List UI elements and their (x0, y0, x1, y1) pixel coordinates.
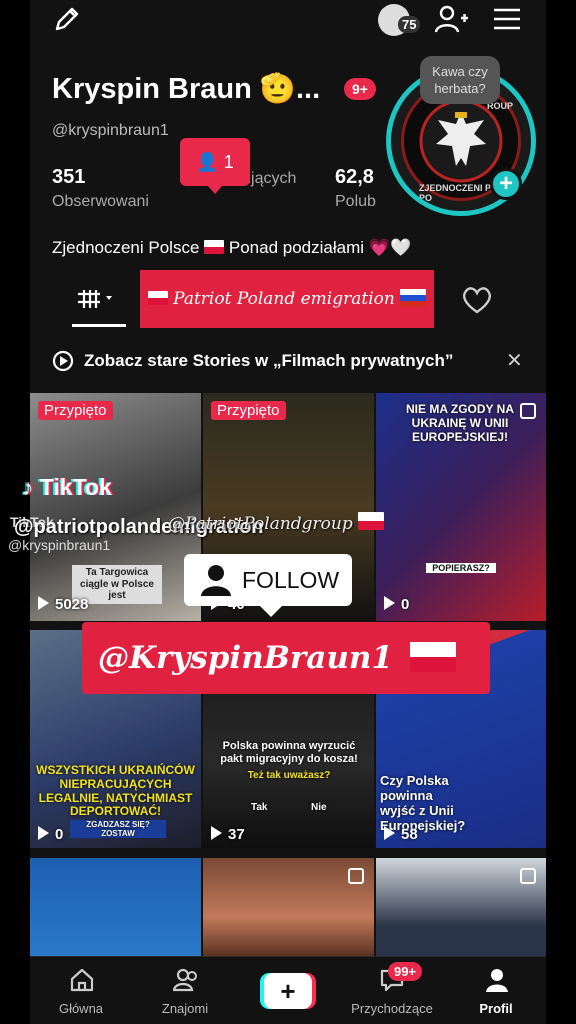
pinned-badge: Przypięto (211, 401, 286, 420)
view-count-value: 0 (401, 596, 410, 613)
play-icon (384, 596, 395, 610)
top-bar: 75 (30, 0, 546, 44)
nav-profile-label: Profil (479, 1001, 513, 1016)
view-count: 0 (38, 826, 63, 843)
poland-flag-icon (204, 240, 225, 254)
menu-icon[interactable] (492, 6, 522, 32)
view-count: 37 (211, 826, 245, 843)
active-tab-indicator (72, 324, 126, 327)
poland-flag-icon (147, 291, 168, 305)
follow-button-label: FOLLOW (242, 567, 340, 593)
kawa-czy-herbata-bubble[interactable]: Kawa czy herbata? (420, 56, 500, 104)
stories-notice[interactable]: Zobacz stare Stories w „Filmach prywatny… (30, 338, 546, 386)
notification-badge[interactable]: 9+ (344, 78, 376, 100)
bio-text: Zjednoczeni Polsce (52, 238, 200, 257)
nav-profile[interactable]: Profil (448, 957, 544, 1024)
friends-icon (173, 968, 197, 992)
pencil-edit-icon[interactable] (52, 4, 82, 34)
group-tag-text: @PatriotPolandgroup (168, 514, 353, 534)
stat-following-value: 351 (52, 166, 86, 188)
stat-following-label: Obserwowani (52, 193, 149, 210)
video-caption: WSZYSTKICH UKRAIŃCÓW NIEPRACUJĄCYCH LEGA… (36, 763, 195, 819)
view-count: 5028 (38, 596, 88, 613)
profile-handle: @kryspinbraun1 (52, 122, 169, 139)
person-icon: 👤 (196, 152, 219, 172)
play-icon (384, 826, 395, 840)
video-tile-9[interactable] (376, 858, 546, 956)
watermark-small-handle: @kryspinbraun1 (8, 537, 111, 553)
video-tile-1[interactable]: Przypięto Ta Targowica ciągle w Polsce j… (30, 393, 201, 621)
pinned-badge: Przypięto (38, 401, 113, 420)
patriot-poland-banner: Patriot Poland emigration (140, 270, 434, 328)
view-count: 0 (384, 596, 409, 613)
tiktok-watermark-logo: ♪ TikTok (22, 474, 112, 501)
profile-name: Kryspin Braun 🫡... (52, 73, 321, 105)
play-icon (38, 826, 49, 840)
poland-flag-icon (358, 512, 385, 530)
video-subcaption: ZGADZASZ SIĘ? ZOSTAW (70, 820, 166, 839)
video-tile-3[interactable]: NIE MA ZGODY NA UKRAINĘ W UNII EUROPEJSK… (376, 393, 546, 621)
close-icon[interactable]: ✕ (506, 348, 523, 373)
stat-likes-label: Polub (335, 193, 376, 210)
stat-following[interactable]: 351 Obserwowani (52, 166, 149, 211)
view-count-value: 0 (55, 826, 64, 843)
create-button[interactable]: + (260, 973, 316, 1009)
new-followers-popup[interactable]: 👤 1 (180, 138, 250, 194)
video-caption: Czy Polska powinna wyjść z Unii Europejs… (380, 773, 466, 833)
video-tile-8[interactable] (203, 858, 374, 956)
add-story-plus-icon[interactable]: + (490, 168, 522, 200)
add-user-icon[interactable] (434, 4, 468, 34)
stat-likes[interactable]: 62,8 Polub (335, 166, 376, 211)
stories-icon (52, 350, 74, 372)
tiktok-note-icon: ♪ (22, 474, 34, 500)
view-count-value: 58 (401, 826, 418, 843)
group-tag: @PatriotPolandgroup (168, 512, 385, 534)
kryspin-braun-banner-text: @KryspinBraun1 (98, 640, 393, 676)
nav-inbox-label: Przychodzące (351, 1001, 433, 1016)
bio-hearts: 💗🤍 (368, 238, 412, 257)
video-subcaption: POPIERASZ? (426, 563, 496, 574)
bottom-nav: Główna Znajomi + Przychodzące Profil (30, 956, 546, 1024)
video-caption: NIE MA ZGODY NA UKRAINĘ W UNII EUROPEJSK… (405, 402, 514, 444)
coin-count: 75 (398, 16, 421, 33)
multi-photo-icon (520, 868, 536, 884)
plus-icon: + (264, 973, 312, 1009)
stories-notice-text: Zobacz stare Stories w „Filmach prywatny… (84, 351, 454, 370)
no-option: Nie (311, 802, 327, 813)
person-icon (201, 565, 231, 596)
profile-icon (486, 969, 508, 992)
view-count-value: 5028 (55, 596, 89, 613)
view-count: 58 (384, 826, 418, 843)
bio-text-rest: Ponad podziałami (228, 238, 365, 257)
video-tile-7[interactable] (30, 858, 201, 956)
multi-photo-icon (348, 868, 364, 884)
profile-bio: Zjednoczeni Polsce Ponad podziałami 💗🤍 (52, 238, 411, 258)
yes-option: Tak (251, 802, 268, 813)
inbox-badge: 99+ (388, 962, 423, 981)
home-icon (70, 968, 94, 992)
poland-flag-icon (409, 642, 456, 672)
kryspin-braun-banner: @KryspinBraun1 (82, 622, 490, 694)
promo-banner-text: Patriot Poland emigration (173, 289, 395, 309)
nav-friends[interactable]: Znajomi (137, 957, 233, 1024)
stat-likes-value: 62,8 (335, 166, 374, 188)
video-caption: Polska powinna wyrzucić pakt migracyjny … (220, 740, 358, 765)
video-subcaption: Też tak uważasz? (247, 770, 331, 781)
nav-friends-label: Znajomi (161, 1001, 209, 1016)
videos-grid-tab-icon[interactable] (72, 278, 126, 328)
play-icon (211, 826, 222, 840)
tiktok-watermark-text: TikTok (39, 474, 112, 500)
liked-tab-heart-icon[interactable] (460, 284, 494, 316)
new-followers-count: 1 (223, 152, 234, 172)
nav-home[interactable]: Główna (33, 957, 129, 1024)
view-count-value: 37 (228, 826, 245, 843)
nav-home-label: Główna (58, 1001, 104, 1016)
russia-flag-icon (400, 289, 427, 307)
follow-button[interactable]: FOLLOW (184, 554, 352, 617)
play-icon (38, 596, 49, 610)
